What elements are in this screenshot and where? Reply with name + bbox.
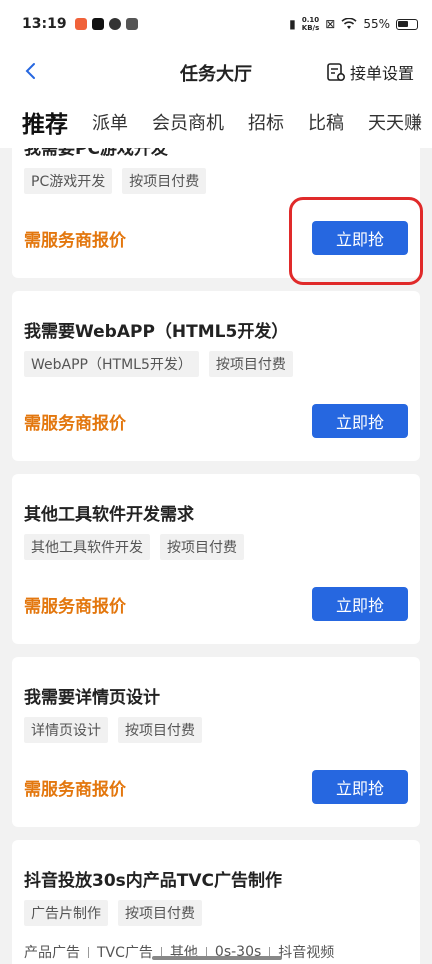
battery-icon <box>396 18 418 30</box>
task-tags: WebAPP（HTML5开发） 按项目付费 <box>24 351 293 377</box>
settings-doc-icon <box>327 63 345 82</box>
task-title: 抖音投放30s内产品TVC广告制作 <box>24 871 283 891</box>
task-card[interactable]: 抖音投放30s内产品TVC广告制作 广告片制作 按项目付费 产品广告 TVC广告… <box>12 840 420 964</box>
category-tabs: 推荐 派单 会员商机 招标 比稿 天天赚 <box>0 96 432 148</box>
net-speed: 0.10 KB/s <box>302 16 319 32</box>
task-meta-item: 抖音视频 <box>278 945 335 961</box>
status-time: 13:19 <box>22 16 67 32</box>
net-speed-unit: KB/s <box>301 24 320 32</box>
task-tag: WebAPP（HTML5开发） <box>24 351 199 377</box>
tab-tender[interactable]: 招标 <box>248 109 284 135</box>
net-speed-value: 0.10 <box>301 16 320 24</box>
task-tag: 按项目付费 <box>118 900 202 926</box>
nfc-icon: ⊠ <box>325 17 336 31</box>
tab-proposal[interactable]: 比稿 <box>308 109 344 135</box>
status-indicators: ▮ 0.10 KB/s ⊠ 55% <box>289 16 418 32</box>
task-tags: 广告片制作 按项目付费 <box>24 900 202 926</box>
task-title: 其他工具软件开发需求 <box>24 505 194 525</box>
grab-task-button[interactable]: 立即抢 <box>312 770 408 804</box>
task-card[interactable]: 我需要WebAPP（HTML5开发） WebAPP（HTML5开发） 按项目付费… <box>12 291 420 461</box>
task-tag: 按项目付费 <box>122 168 207 194</box>
tab-recommend[interactable]: 推荐 <box>22 105 68 139</box>
tab-dispatch[interactable]: 派单 <box>92 109 128 135</box>
vibrate-icon: ▮ <box>289 17 296 31</box>
task-title: 我需要PC游戏开发 <box>24 148 168 159</box>
task-price: 需服务商报价 <box>24 597 126 617</box>
task-tags: 详情页设计 按项目付费 <box>24 717 202 743</box>
task-price: 需服务商报价 <box>24 414 126 434</box>
task-tag: 按项目付费 <box>208 351 293 377</box>
tab-member-opportunities[interactable]: 会员商机 <box>152 109 224 135</box>
grab-task-button[interactable]: 立即抢 <box>312 221 408 255</box>
meta-divider <box>88 946 89 958</box>
task-tag: PC游戏开发 <box>24 168 113 194</box>
task-tag: 详情页设计 <box>24 717 108 743</box>
task-list: 我需要PC游戏开发 PC游戏开发 按项目付费 需服务商报价 立即抢 我需要Web… <box>0 148 432 964</box>
task-tag: 按项目付费 <box>118 717 202 743</box>
task-tags: 其他工具软件开发 按项目付费 <box>24 534 244 560</box>
task-title: 我需要详情页设计 <box>24 688 160 708</box>
grab-task-button[interactable]: 立即抢 <box>312 404 408 438</box>
task-price: 需服务商报价 <box>24 231 126 251</box>
home-indicator[interactable] <box>152 956 282 960</box>
taobao-app-icon <box>74 18 87 30</box>
task-card[interactable]: 其他工具软件开发需求 其他工具软件开发 按项目付费 需服务商报价 立即抢 <box>12 474 420 644</box>
task-meta-item: TVC广告 <box>97 945 153 961</box>
order-settings-button[interactable]: 接单设置 <box>326 60 414 84</box>
status-bar: 13:19 ▮ 0.10 KB/s ⊠ 55% <box>0 0 432 48</box>
grab-task-button[interactable]: 立即抢 <box>312 587 408 621</box>
status-app-icons <box>74 18 138 30</box>
task-title: 我需要WebAPP（HTML5开发） <box>24 322 289 342</box>
gallery-app-icon <box>125 18 138 30</box>
task-tag: 广告片制作 <box>24 900 108 926</box>
wifi-icon <box>341 18 357 29</box>
task-tag: 其他工具软件开发 <box>24 534 150 560</box>
sync-app-icon <box>108 18 121 30</box>
order-settings-label: 接单设置 <box>349 64 414 83</box>
nav-bar: 任务大厅 接单设置 <box>0 48 432 96</box>
task-price: 需服务商报价 <box>24 780 126 800</box>
task-meta-item: 产品广告 <box>24 945 80 961</box>
task-tag: 按项目付费 <box>160 534 244 560</box>
tab-daily-earn[interactable]: 天天赚 <box>368 109 422 135</box>
tiktok-app-icon <box>91 18 104 30</box>
task-card[interactable]: 我需要PC游戏开发 PC游戏开发 按项目付费 需服务商报价 立即抢 <box>12 148 420 278</box>
battery-percent: 55% <box>363 17 390 31</box>
task-card[interactable]: 我需要详情页设计 详情页设计 按项目付费 需服务商报价 立即抢 <box>12 657 420 827</box>
task-tags: PC游戏开发 按项目付费 <box>24 168 207 194</box>
